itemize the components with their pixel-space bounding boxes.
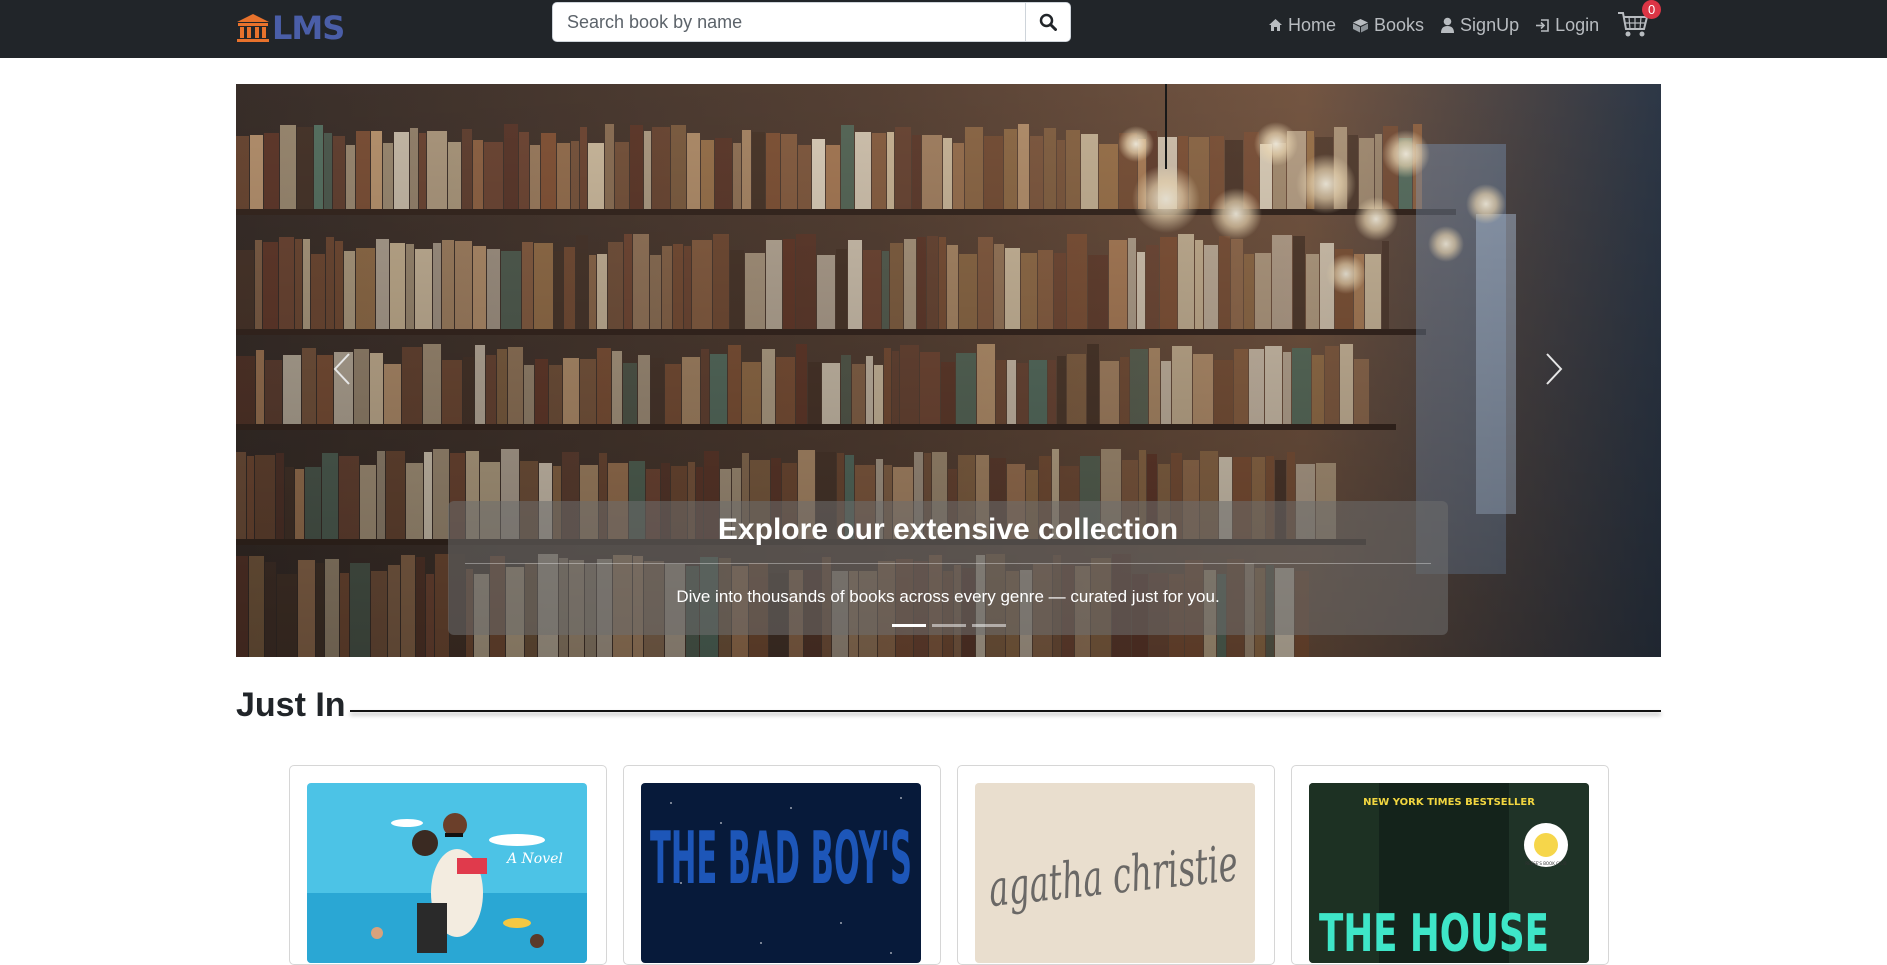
nav-home[interactable]: Home xyxy=(1268,15,1336,36)
chevron-right-icon xyxy=(1546,353,1563,385)
book-cover: agatha christie xyxy=(975,783,1255,963)
book-cover: THE BAD BOY'S xyxy=(641,783,921,963)
search-bar xyxy=(552,2,1071,42)
section-title: Just In xyxy=(236,686,346,724)
nav-signup[interactable]: SignUp xyxy=(1440,15,1519,36)
carousel-indicator-2[interactable] xyxy=(932,624,966,627)
book-cover-text: A Novel xyxy=(505,851,563,867)
cart-button[interactable]: 0 xyxy=(1617,0,1662,40)
book-cover: NEW YORK TIMES BESTSELLER REESE'S BOOK C… xyxy=(1309,783,1589,963)
book-card[interactable]: agatha christie xyxy=(957,765,1275,965)
nav-home-label: Home xyxy=(1288,14,1337,35)
brand-logo[interactable]: LMS xyxy=(236,8,345,48)
home-icon xyxy=(1269,19,1282,31)
book-card[interactable]: THE BAD BOY'S xyxy=(623,765,941,965)
book-cover-text: THE BAD BOY'S xyxy=(650,816,912,900)
box-icon xyxy=(1353,18,1369,32)
section-divider xyxy=(350,710,1661,712)
book-cover-top-text: NEW YORK TIMES BESTSELLER xyxy=(1363,797,1535,808)
caption-title: Explore our extensive collection xyxy=(717,513,1179,546)
search-icon xyxy=(1039,13,1057,31)
book-club-badge: REESE'S BOOK CLUB xyxy=(1525,861,1566,866)
nav-books[interactable]: Books xyxy=(1352,15,1424,36)
library-icon xyxy=(237,14,269,42)
carousel-caption: Explore our extensive collection Dive in… xyxy=(448,501,1448,635)
user-icon xyxy=(1441,17,1455,33)
book-cover-text: THE HOUSE xyxy=(1319,904,1549,963)
cart-count-badge: 0 xyxy=(1642,0,1662,19)
caption-text: Dive into thousands of books across ever… xyxy=(676,587,1220,606)
carousel-indicator-1[interactable] xyxy=(892,624,926,627)
caption-divider xyxy=(465,563,1431,564)
book-card[interactable]: A Novel xyxy=(289,765,607,965)
nav-links: Home Books SignUp Login 0 xyxy=(1268,0,1662,40)
nav-books-label: Books xyxy=(1374,14,1425,35)
nav-login-label: Login xyxy=(1555,14,1600,35)
carousel-indicators xyxy=(892,624,1006,627)
navbar: LMS Home Books xyxy=(0,0,1887,58)
login-icon xyxy=(1536,18,1549,32)
carousel-next-button[interactable] xyxy=(1524,334,1584,404)
chevron-left-icon xyxy=(333,353,350,385)
brand-name: LMS xyxy=(272,9,345,47)
nav-signup-label: SignUp xyxy=(1460,14,1520,35)
search-input[interactable] xyxy=(553,3,1025,41)
nav-login[interactable]: Login xyxy=(1535,15,1599,36)
book-cover: A Novel xyxy=(307,783,587,963)
carousel-indicator-3[interactable] xyxy=(972,624,1006,627)
hero-carousel: Explore our extensive collection Dive in… xyxy=(236,84,1661,657)
book-card[interactable]: NEW YORK TIMES BESTSELLER REESE'S BOOK C… xyxy=(1291,765,1609,965)
search-button[interactable] xyxy=(1025,3,1070,41)
carousel-prev-button[interactable] xyxy=(312,334,372,404)
